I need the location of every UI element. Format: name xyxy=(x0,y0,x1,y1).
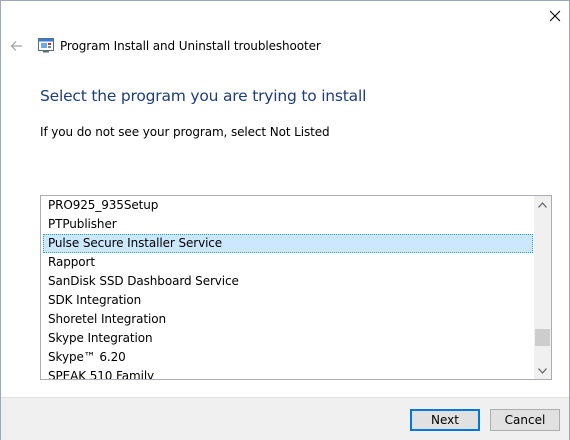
list-item-selected[interactable]: Pulse Secure Installer Service xyxy=(43,234,533,253)
vertical-scrollbar[interactable] xyxy=(534,196,551,379)
chevron-up-icon xyxy=(538,201,547,208)
list-item[interactable]: SanDisk SSD Dashboard Service xyxy=(43,272,533,291)
chevron-down-icon xyxy=(538,367,547,374)
list-item[interactable]: Skype Integration xyxy=(43,329,533,348)
scroll-down-button[interactable] xyxy=(534,362,551,379)
list-item[interactable]: SDK Integration xyxy=(43,291,533,310)
back-arrow-icon xyxy=(10,41,22,51)
next-button[interactable]: Next xyxy=(410,409,480,431)
page-heading: Select the program you are trying to ins… xyxy=(40,87,367,105)
list-item[interactable]: PTPublisher xyxy=(43,215,533,234)
program-listbox[interactable]: PRO925_935Setup PTPublisher Pulse Secure… xyxy=(40,195,552,380)
list-item[interactable]: SPEAK 510 Family xyxy=(43,367,533,379)
troubleshooter-window: Program Install and Uninstall troublesho… xyxy=(0,0,570,440)
list-item[interactable]: Shoretel Integration xyxy=(43,310,533,329)
scroll-up-button[interactable] xyxy=(534,196,551,213)
list-item[interactable]: PRO925_935Setup xyxy=(43,196,533,215)
button-bar: Next Cancel xyxy=(1,397,569,440)
scrollbar-thumb[interactable] xyxy=(535,329,550,346)
window-title: Program Install and Uninstall troublesho… xyxy=(60,39,321,53)
back-button[interactable] xyxy=(7,37,25,55)
close-button[interactable] xyxy=(539,1,570,31)
troubleshooter-app-icon xyxy=(38,38,54,53)
instruction-text: If you do not see your program, select N… xyxy=(40,125,330,139)
list-item[interactable]: Skype™ 6.20 xyxy=(43,348,533,367)
cancel-button[interactable]: Cancel xyxy=(490,409,560,431)
list-item[interactable]: Rapport xyxy=(43,253,533,272)
close-icon xyxy=(549,10,561,22)
